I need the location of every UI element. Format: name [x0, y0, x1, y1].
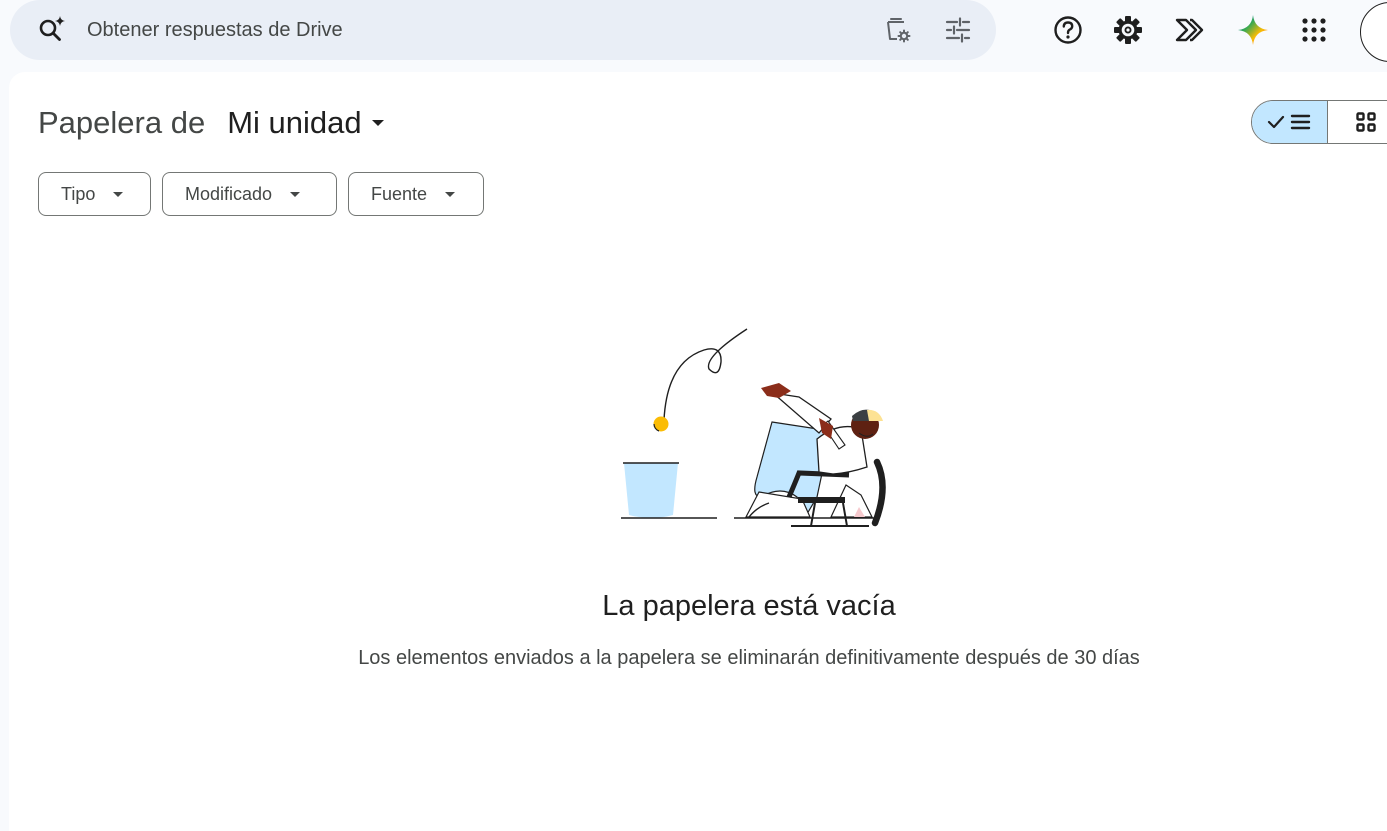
caret-down-icon: [290, 191, 301, 197]
settings-button[interactable]: [1106, 8, 1150, 52]
empty-state-title: La papelera está vacía: [602, 590, 896, 622]
page-title: Papelera de Mi unidad: [38, 100, 392, 146]
help-icon: [1054, 16, 1082, 44]
filter-source-chip[interactable]: Fuente: [348, 172, 484, 216]
filter-chip-label: Fuente: [371, 183, 428, 204]
search-settings-button[interactable]: [880, 12, 916, 48]
page-title-prefix: Papelera de: [38, 105, 206, 140]
caret-down-icon: [371, 120, 384, 126]
grid-view-button[interactable]: [1328, 101, 1387, 143]
location-dropdown-label: Mi unidad: [227, 105, 362, 140]
search-bar[interactable]: [10, 0, 996, 60]
gemini-icon: [1238, 15, 1268, 45]
caret-down-icon: [113, 191, 124, 197]
filter-type-chip[interactable]: Tipo: [38, 172, 151, 216]
filter-chip-label: Modificado: [185, 183, 273, 204]
empty-state-subtitle: Los elementos enviados a la papelera se …: [358, 647, 1140, 669]
view-toggle: [1251, 100, 1387, 144]
apps-button[interactable]: [1292, 8, 1336, 52]
caret-down-icon: [445, 191, 456, 197]
grid-view-icon: [1356, 112, 1376, 132]
top-bar: [0, 0, 1387, 70]
settings-icon: [1114, 16, 1142, 44]
search-spark-icon: [39, 16, 65, 41]
help-button[interactable]: [1046, 8, 1090, 52]
ai-tools-icon: [1175, 18, 1204, 42]
filter-chip-label: Tipo: [61, 183, 96, 204]
filter-chips: Tipo Modificado Fuente: [38, 172, 484, 216]
tune-icon: [945, 17, 971, 43]
list-view-button[interactable]: [1252, 101, 1328, 143]
gemini-button[interactable]: [1231, 8, 1275, 52]
search-settings-icon: [887, 18, 911, 43]
ai-tools-button[interactable]: [1166, 8, 1210, 52]
search-input[interactable]: [87, 13, 787, 47]
apps-grid-icon: [1302, 18, 1326, 42]
search-options-button[interactable]: [940, 12, 976, 48]
main-panel: Papelera de Mi unidad Tipo Modificado Fu…: [9, 72, 1387, 831]
location-dropdown[interactable]: Mi unidad: [217, 100, 391, 146]
filter-modified-chip[interactable]: Modificado: [162, 172, 337, 216]
check-list-icon: [1267, 114, 1310, 130]
empty-trash-illustration: [621, 328, 886, 527]
account-avatar[interactable]: [1360, 2, 1387, 62]
